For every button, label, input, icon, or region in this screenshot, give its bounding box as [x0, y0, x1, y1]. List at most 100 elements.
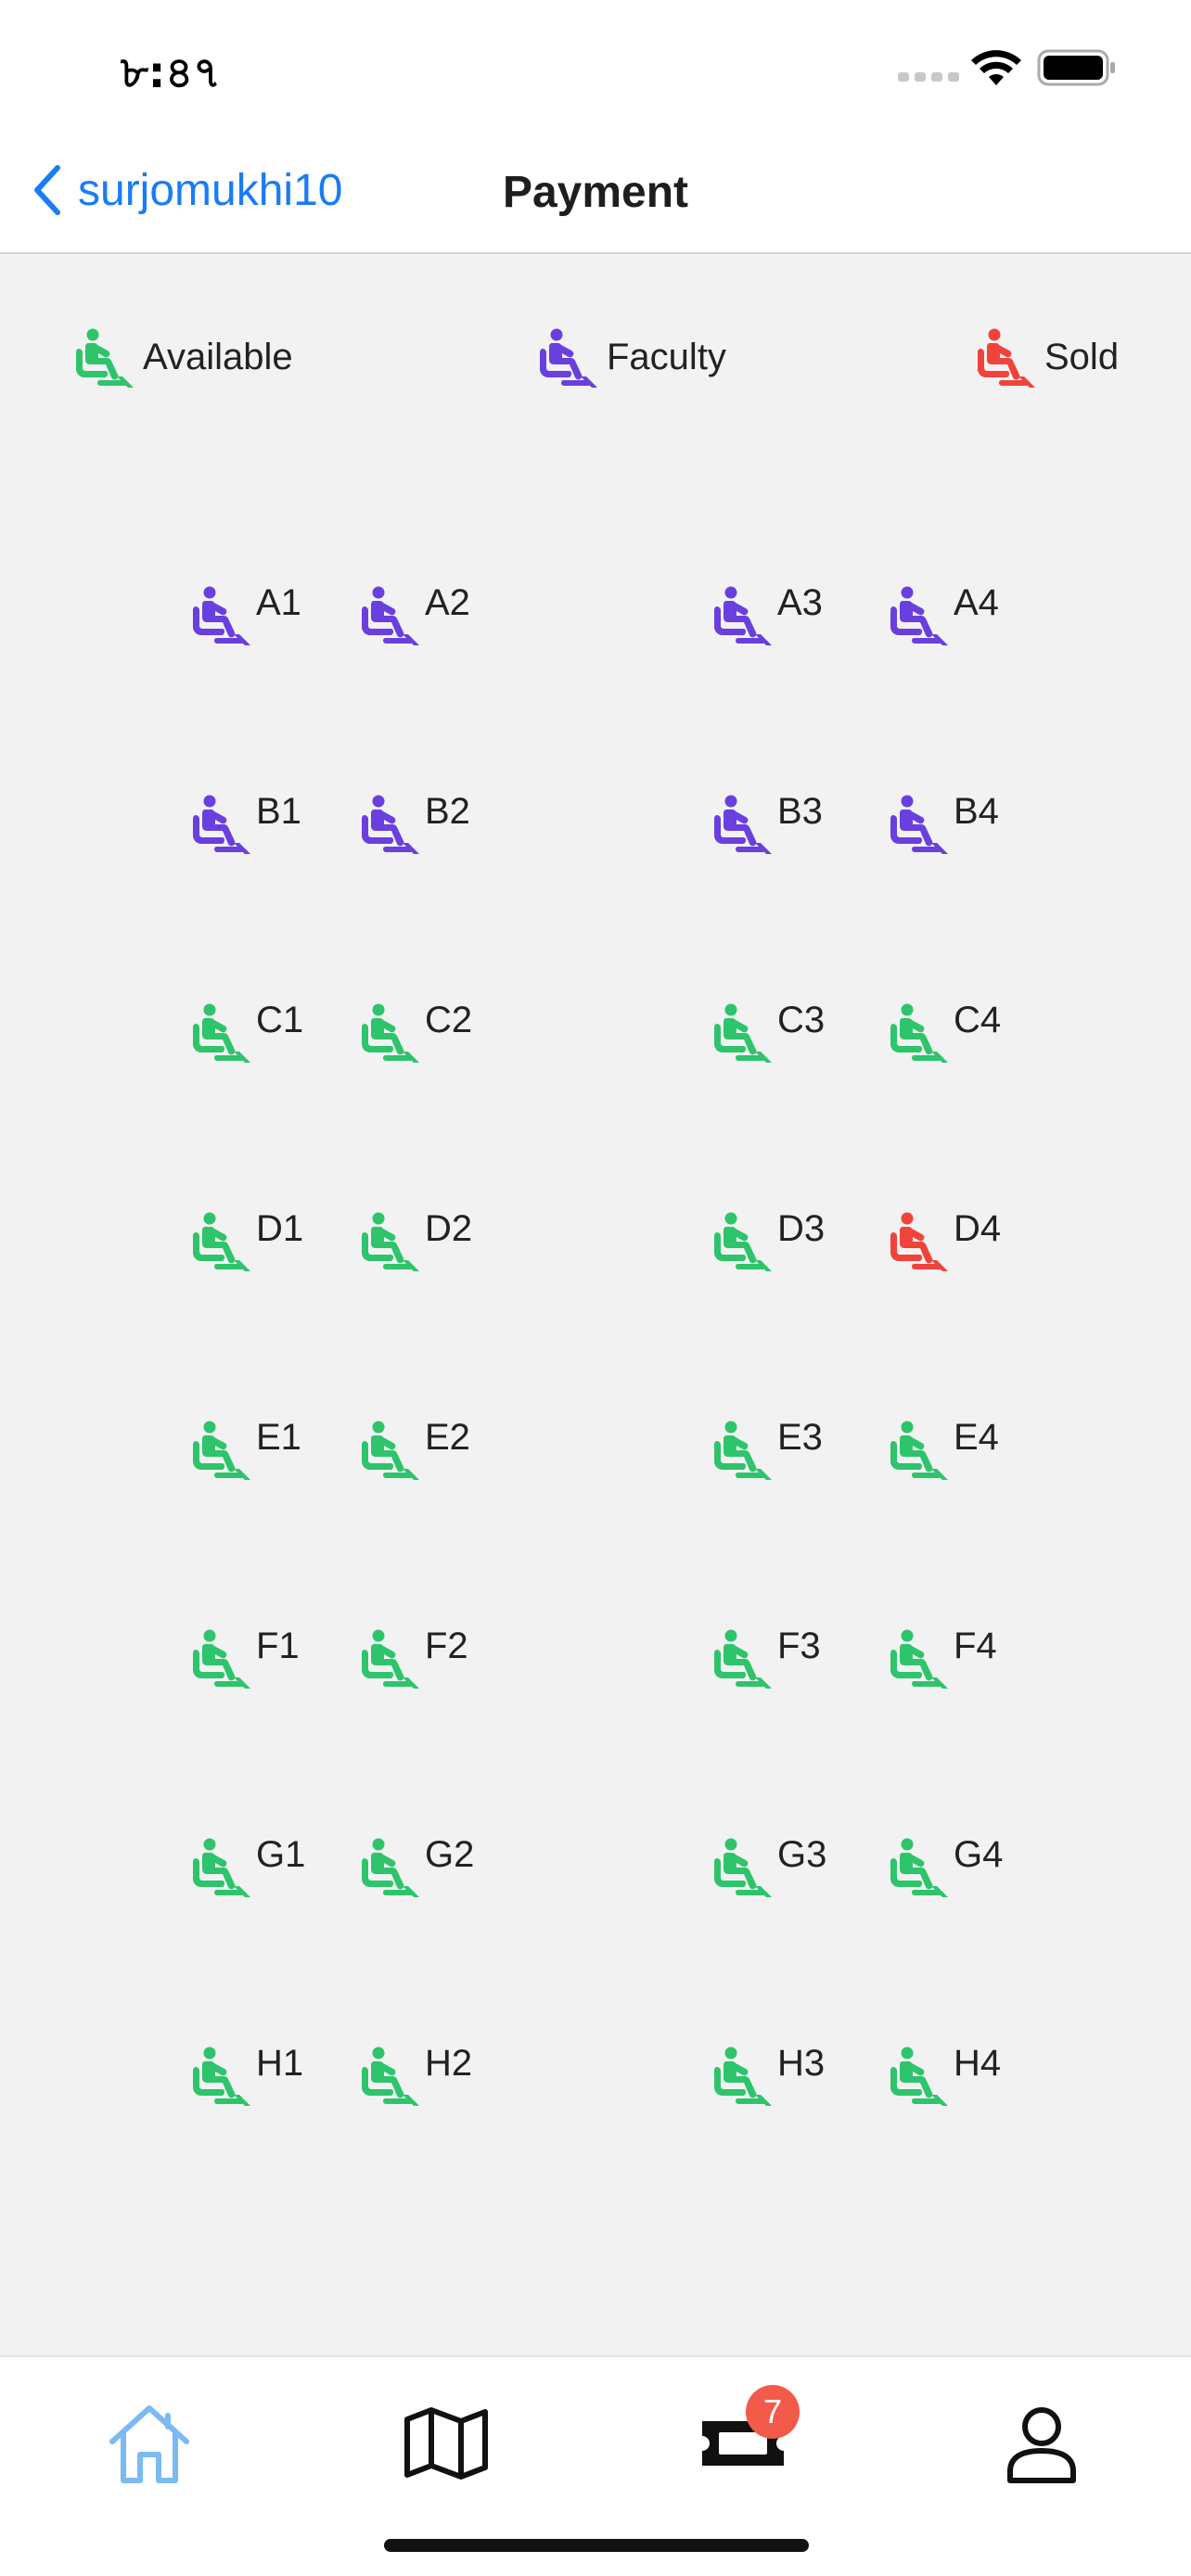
seat-e1[interactable]: E1 — [191, 1417, 301, 1480]
seat-icon — [362, 1838, 419, 1897]
seat-h2[interactable]: H2 — [360, 2042, 473, 2106]
seat-c4[interactable]: C4 — [889, 999, 1002, 1063]
seat-b3[interactable]: B3 — [712, 790, 823, 854]
seat-icon — [978, 328, 1035, 388]
seat-f1[interactable]: F1 — [191, 1626, 300, 1689]
seat-e2[interactable]: E2 — [360, 1417, 470, 1480]
seat-c3[interactable]: C3 — [712, 999, 826, 1063]
seat-f4[interactable]: F4 — [889, 1625, 997, 1689]
seat-label: A4 — [954, 581, 999, 623]
seat-d4[interactable]: D4 — [889, 1207, 1002, 1271]
page-title: Payment — [502, 168, 689, 217]
seat-label: H1 — [256, 2042, 304, 2084]
seat-label: E3 — [777, 1416, 823, 1458]
seat-label: B3 — [777, 790, 823, 832]
status-time: ৮:৪৭ — [121, 47, 222, 97]
seat-e4[interactable]: E4 — [889, 1417, 999, 1480]
seat-e3[interactable]: E3 — [712, 1416, 823, 1480]
seat-label: B1 — [256, 790, 301, 832]
legend-label: Available — [143, 336, 293, 377]
seat-a4[interactable]: A4 — [889, 581, 999, 645]
wifi-icon — [971, 50, 1021, 85]
seat-label: G3 — [777, 1833, 827, 1875]
seat-icon — [362, 1421, 419, 1480]
seat-icon — [890, 1421, 948, 1480]
seat-label: G2 — [425, 1833, 475, 1875]
seat-label: D4 — [954, 1207, 1002, 1249]
seat-h3[interactable]: H3 — [712, 2042, 826, 2106]
seat-f2[interactable]: F2 — [360, 1625, 468, 1689]
seat-icon — [193, 1838, 250, 1897]
seat-icon — [890, 1629, 948, 1689]
seat-label: C4 — [954, 999, 1002, 1040]
navigation-bar: surjomukhi10 Payment — [0, 130, 1191, 254]
seat-f3[interactable]: F3 — [712, 1625, 821, 1689]
seat-label: A3 — [777, 581, 823, 623]
seat-c1[interactable]: C1 — [191, 999, 304, 1063]
notification-badge: 7 — [746, 2385, 800, 2439]
seat-d1[interactable]: D1 — [191, 1207, 304, 1271]
seat-icon — [193, 1212, 250, 1271]
seat-icon — [890, 586, 948, 645]
legend-label: Sold — [1044, 336, 1120, 377]
seat-a3[interactable]: A3 — [712, 581, 823, 645]
tab-profile[interactable] — [991, 2392, 1093, 2494]
seat-icon — [714, 1421, 772, 1480]
seat-label: H3 — [777, 2042, 826, 2084]
seat-label: C3 — [777, 999, 826, 1040]
seat-h4[interactable]: H4 — [889, 2042, 1002, 2106]
seat-icon — [714, 1838, 772, 1897]
seat-label: D3 — [777, 1207, 826, 1249]
seat-a1[interactable]: A1 — [191, 582, 301, 645]
seat-icon — [890, 1838, 948, 1897]
seat-icon — [193, 1629, 250, 1689]
seat-g2[interactable]: G2 — [360, 1833, 475, 1897]
seat-icon — [362, 1003, 419, 1063]
seat-d2[interactable]: D2 — [360, 1207, 473, 1271]
seat-icon — [540, 328, 597, 388]
seat-icon — [890, 1003, 948, 1063]
seat-icon — [890, 1212, 948, 1271]
seat-label: D2 — [425, 1207, 473, 1249]
seat-label: A2 — [425, 581, 470, 623]
seat-b4[interactable]: B4 — [889, 790, 999, 854]
seat-a2[interactable]: A2 — [360, 581, 470, 645]
cellular-signal-icon — [898, 72, 959, 82]
seat-d3[interactable]: D3 — [712, 1207, 826, 1271]
seat-icon — [76, 328, 134, 388]
seat-b1[interactable]: B1 — [191, 790, 301, 854]
legend-label: Faculty — [607, 336, 726, 377]
seat-label: B2 — [425, 790, 470, 832]
status-bar: ৮:৪৭ — [0, 0, 1191, 130]
seat-h1[interactable]: H1 — [191, 2042, 304, 2106]
seat-icon — [362, 586, 419, 645]
seat-g3[interactable]: G3 — [712, 1833, 827, 1897]
seat-label: D1 — [256, 1207, 304, 1249]
seat-g4[interactable]: G4 — [889, 1834, 1003, 1897]
seat-label: F2 — [425, 1625, 468, 1666]
seat-icon — [714, 1629, 772, 1689]
tab-home[interactable] — [98, 2392, 200, 2494]
seat-label: F4 — [954, 1625, 997, 1666]
seat-label: C1 — [256, 999, 304, 1040]
battery-icon — [1037, 49, 1115, 86]
seat-icon — [362, 1629, 419, 1689]
tab-tickets[interactable]: 7 — [692, 2385, 800, 2494]
home-icon — [109, 2405, 189, 2483]
tab-map[interactable] — [395, 2392, 497, 2494]
seat-label: G1 — [256, 1833, 306, 1875]
seat-c2[interactable]: C2 — [360, 1000, 472, 1063]
seat-label: B4 — [954, 790, 999, 832]
seat-label: F3 — [777, 1625, 821, 1666]
seat-label: H4 — [954, 2042, 1002, 2084]
seat-icon — [714, 795, 772, 854]
seat-g1[interactable]: G1 — [191, 1833, 306, 1897]
seat-icon — [714, 1003, 772, 1063]
seat-icon — [193, 2047, 250, 2106]
legend-sold: Sold — [976, 326, 1119, 388]
person-icon — [1007, 2407, 1076, 2483]
seat-b2[interactable]: B2 — [360, 790, 470, 854]
seat-label: H2 — [425, 2042, 473, 2084]
seat-icon — [890, 795, 948, 854]
seat-icon — [362, 1212, 419, 1271]
